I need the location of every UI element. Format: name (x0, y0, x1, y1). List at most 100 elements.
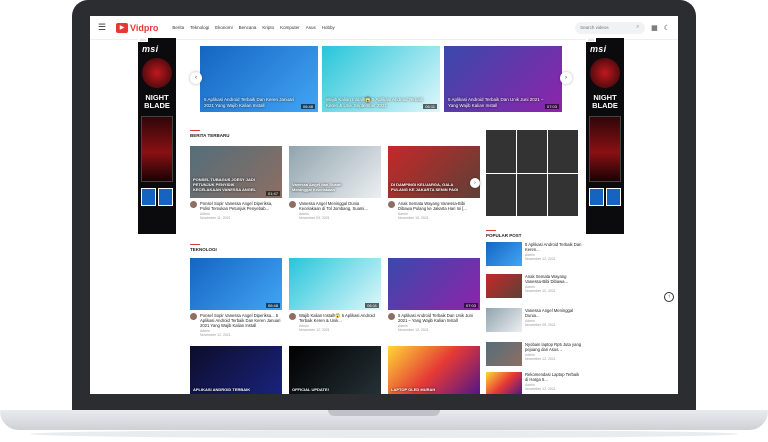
slide-item[interactable]: Wajib Kalian Install!😱 5 Aplikasi Androi… (322, 46, 440, 112)
mosaic-image[interactable] (517, 130, 547, 173)
ad-banner-left[interactable]: Ads msi NIGHT BLADE (138, 38, 176, 234)
card-duration: 06:48 (265, 303, 280, 308)
slide-caption: Wajib Kalian Install!😱 5 Aplikasi Androi… (326, 97, 424, 108)
slide-caption: 5 Aplikasi Android Terbaik Dan Unik Juni… (448, 97, 544, 108)
ad-tag: Ads (138, 38, 149, 42)
slider-prev-button[interactable]: ‹ (190, 72, 202, 84)
popular-item[interactable]: Vanessa Angel Meninggal Dunia... Admin N… (486, 308, 582, 336)
nav-item-asus[interactable]: Asus (306, 25, 316, 30)
section-title-berita: BERITA TERBARU (190, 130, 230, 138)
card-title[interactable]: Wajib Kalian Install!😱 5 Aplikasi Androi… (299, 313, 381, 323)
card-meta: 5 Aplikasi Android Terbaik Dan Unik Juni… (388, 313, 480, 323)
slider-next-button[interactable]: › (560, 72, 572, 84)
card-meta: Anak Semata Wayang Vanessa-Bibi Dibawa P… (388, 201, 480, 211)
nav-item-ekonomi[interactable]: Ekonomi (215, 25, 233, 30)
nav-item-hobby[interactable]: Hobby (322, 25, 335, 30)
nav-item-bencana[interactable]: Bencana (239, 25, 257, 30)
popular-text: Anak Semata Wayang Vanessa-Bibi Dibawa..… (525, 274, 582, 302)
author-avatar (190, 313, 197, 320)
nav-item-kripto[interactable]: Kripto (262, 25, 274, 30)
search-input[interactable] (580, 25, 637, 30)
card-thumbnail: PONSEL TUBAGUS JOESY JADI PETUNJUK PENYI… (190, 146, 282, 198)
nav-item-komputer[interactable]: Komputer (280, 25, 300, 30)
card-thumbnail: 06:48 (190, 258, 282, 310)
scroll-top-button[interactable]: ↑ (664, 292, 674, 302)
thumbnail-text: OFFICIAL UPDATE! (292, 387, 329, 392)
dragon-logo-icon (142, 58, 172, 88)
popular-title[interactable]: Anak Semata Wayang Vanessa-Bibi Dibawa..… (525, 274, 582, 284)
card-title[interactable]: Vanessa Angel Meninggal Dunia Kecelakaan… (299, 201, 381, 211)
hamburger-menu-icon[interactable]: ☰ (98, 22, 112, 33)
popular-title[interactable]: Nyobain laptop Rp5 Juta yang pejuang dar… (525, 342, 582, 352)
card-meta: Wajib Kalian Install!😱 5 Aplikasi Androi… (289, 313, 381, 323)
card-thumbnail: 07:03 (388, 258, 480, 310)
mosaic-image[interactable] (548, 173, 578, 216)
tech-card[interactable]: APLIKASI ANDROID TERBAIK (190, 346, 282, 394)
popular-thumbnail (486, 274, 522, 298)
card-meta: Ponsel Sopir Vanessa Angel Diperiksa... … (190, 313, 282, 328)
grid-menu-icon[interactable]: ▦ (651, 24, 658, 32)
popular-title[interactable]: Rekomendasi Laptop Terbaik di Harga 5... (525, 372, 582, 382)
card-duration: 06:11 (365, 303, 379, 308)
popular-item[interactable]: Nyobain laptop Rp5 Juta yang pejuang dar… (486, 342, 582, 370)
card-title[interactable]: Anak Semata Wayang Vanessa-Bibi Dibawa P… (398, 201, 480, 211)
search-icon[interactable]: ⌕ (636, 24, 639, 31)
card-thumbnail: DI DAMPINGI KELUARGA, GALA PULANG KE JAK… (388, 146, 480, 198)
popular-title[interactable]: 5 Aplikasi Android Terbaik Dan Keren... (525, 242, 582, 252)
card-title[interactable]: Ponsel Sopir Vanessa Angel Diperiksa, Po… (200, 201, 282, 211)
ad-title: NIGHT BLADE (144, 93, 170, 110)
author-avatar (388, 201, 395, 208)
ad-banner-right[interactable]: Ads msi NIGHT BLADE (586, 38, 624, 234)
ad-product-image (589, 116, 621, 182)
slide-item[interactable]: 5 Aplikasi Android Terbaik Dan Unik Juni… (444, 46, 562, 112)
tech-card[interactable]: 07:03 5 Aplikasi Android Terbaik Dan Uni… (388, 258, 480, 332)
popular-item[interactable]: Anak Semata Wayang Vanessa-Bibi Dibawa..… (486, 274, 582, 302)
intel-badge-icon (158, 188, 173, 206)
card-date: November 10, 2021 (398, 216, 429, 220)
slide-duration: 07:03 (544, 104, 559, 109)
news-card[interactable]: DI DAMPINGI KELUARGA, GALA PULANG KE JAK… (388, 146, 480, 220)
main-nav: Berita Teknologi Ekonomi Bencana Kripto … (172, 25, 334, 30)
nav-item-berita[interactable]: Berita (172, 25, 184, 30)
intel-badge-icon (589, 188, 604, 206)
search-box[interactable]: ⌕ (575, 21, 646, 34)
logo-text: Vidpro (130, 22, 159, 33)
news-card[interactable]: Vanessa Angel dan Suami Meninggal Kecela… (289, 146, 381, 220)
dark-mode-icon[interactable]: ☾ (664, 24, 670, 32)
tech-card[interactable]: 06:11 Wajib Kalian Install!😱 5 Aplikasi … (289, 258, 381, 332)
card-duration: 07:03 (463, 303, 478, 308)
popular-title[interactable]: Vanessa Angel Meninggal Dunia... (525, 308, 582, 318)
mosaic-image[interactable] (517, 173, 547, 216)
card-meta: Ponsel Sopir Vanessa Angel Diperiksa, Po… (190, 201, 282, 211)
news-card[interactable]: PONSEL TUBAGUS JOESY JADI PETUNJUK PENYI… (190, 146, 282, 220)
ad-title: NIGHT BLADE (592, 93, 618, 110)
card-title[interactable]: 5 Aplikasi Android Terbaik Dan Unik Juni… (398, 313, 480, 323)
mosaic-image[interactable] (486, 130, 516, 173)
tech-card[interactable]: LAPTOP OLED MURAH (388, 346, 480, 394)
mosaic-image[interactable] (548, 130, 578, 173)
laptop-shadow (30, 430, 738, 438)
card-date: November 12, 2021 (299, 328, 330, 332)
popular-text: Rekomendasi Laptop Terbaik di Harga 5...… (525, 372, 582, 394)
intel-badge-icon (141, 188, 156, 206)
card-meta: Vanessa Angel Meninggal Dunia Kecelakaan… (289, 201, 381, 211)
author-avatar (289, 313, 296, 320)
ad-product-image (141, 116, 173, 182)
ad-brand: msi (590, 44, 607, 54)
site-logo[interactable]: ▶ Vidpro (116, 22, 159, 33)
thumbnail-text: APLIKASI ANDROID TERBAIK (193, 387, 251, 392)
card-thumbnail: LAPTOP OLED MURAH (388, 346, 480, 394)
play-icon: ▶ (116, 22, 128, 33)
popular-item[interactable]: Rekomendasi Laptop Terbaik di Harga 5...… (486, 372, 582, 394)
intel-badge-icon (606, 188, 621, 206)
slide-duration: 06:11 (423, 104, 437, 109)
card-title[interactable]: Ponsel Sopir Vanessa Angel Diperiksa... … (200, 313, 282, 328)
nav-item-teknologi[interactable]: Teknologi (190, 25, 209, 30)
berita-next-button[interactable]: › (470, 178, 480, 188)
mosaic-image[interactable] (486, 173, 516, 216)
tech-card[interactable]: 06:48 Ponsel Sopir Vanessa Angel Diperik… (190, 258, 282, 337)
tech-card[interactable]: OFFICIAL UPDATE! (289, 346, 381, 394)
popular-thumbnail (486, 242, 522, 266)
slide-item[interactable]: 5 Aplikasi Android Terbaik Dan Keren Jan… (200, 46, 318, 112)
popular-item[interactable]: 5 Aplikasi Android Terbaik Dan Keren... … (486, 242, 582, 270)
